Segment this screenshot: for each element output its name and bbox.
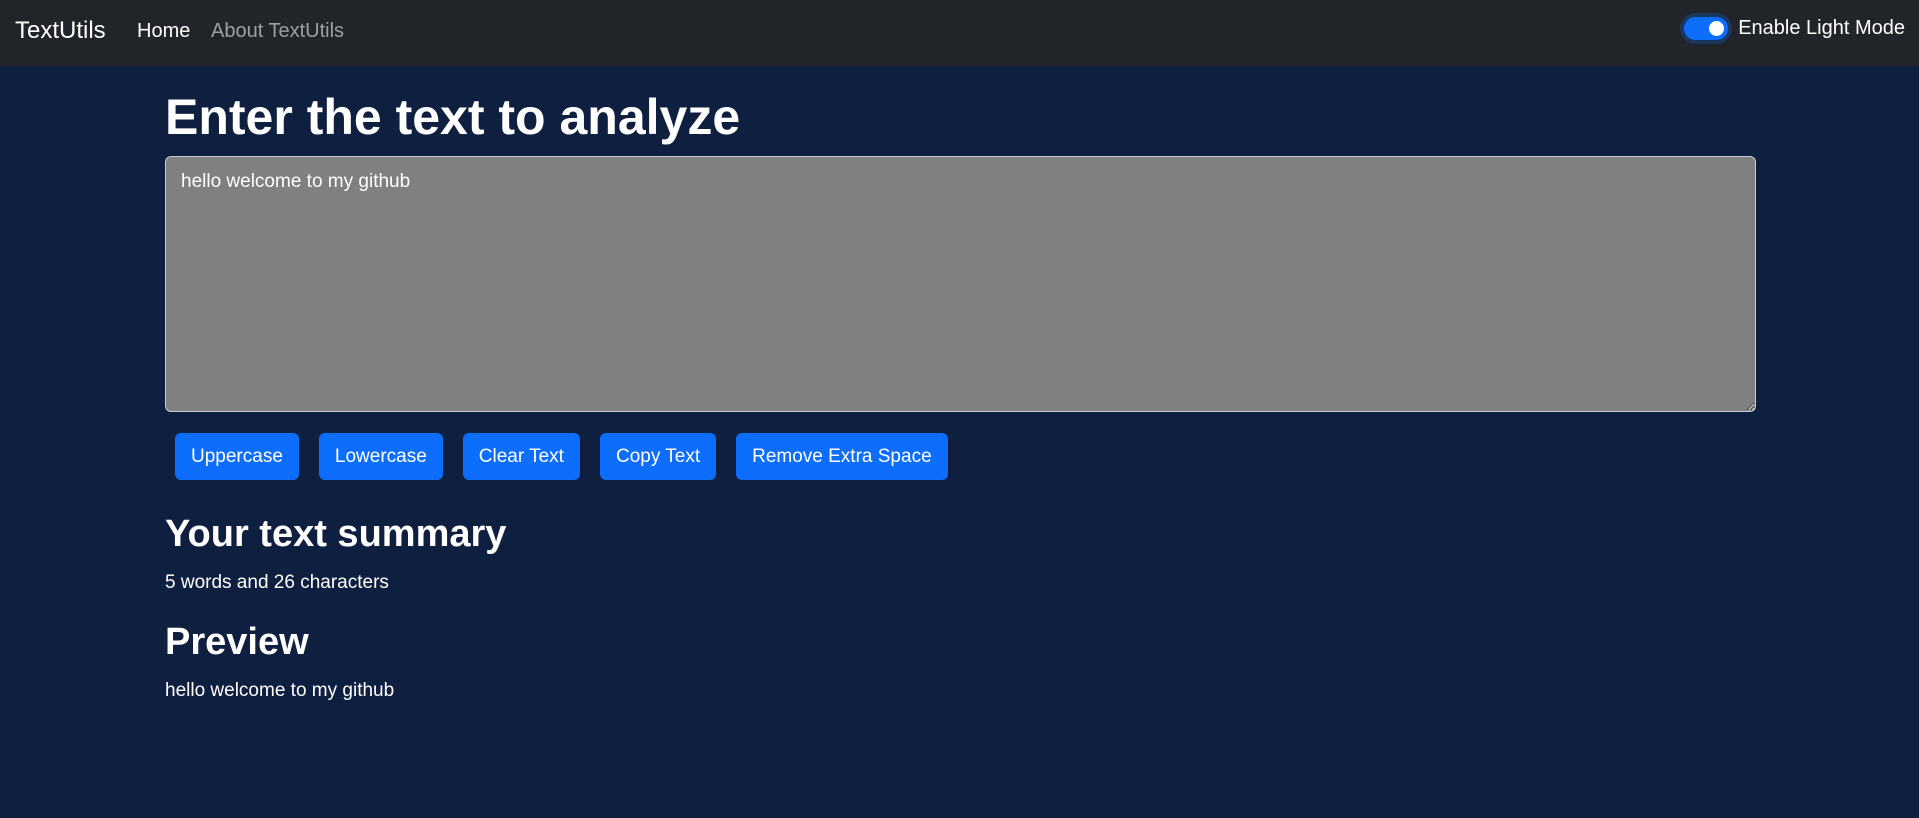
brand-logo[interactable]: TextUtils (15, 17, 106, 45)
toggle-switch[interactable] (1684, 17, 1729, 40)
action-buttons: Uppercase Lowercase Clear Text Copy Text… (175, 433, 948, 480)
clear-text-button[interactable]: Clear Text (462, 433, 580, 480)
copy-text-button[interactable]: Copy Text (599, 433, 717, 480)
text-input[interactable]: hello welcome to my github (165, 156, 1756, 412)
preview-text: hello welcome to my github (165, 680, 395, 701)
navbar: TextUtils Home About TextUtils Enable Li… (0, 0, 1919, 66)
page-title: Enter the text to analyze (165, 89, 741, 145)
toggle-label[interactable]: Enable Light Mode (1738, 17, 1905, 40)
lowercase-button[interactable]: Lowercase (318, 433, 443, 480)
toggle-knob (1709, 21, 1725, 36)
summary-heading: Your text summary (165, 513, 507, 555)
nav-link-about[interactable]: About TextUtils (211, 20, 344, 43)
nav-link-home[interactable]: Home (137, 20, 190, 43)
summary-text: 5 words and 26 characters (165, 572, 389, 593)
preview-heading: Preview (165, 621, 309, 663)
light-mode-toggle[interactable]: Enable Light Mode (1684, 17, 1905, 40)
uppercase-button[interactable]: Uppercase (175, 433, 299, 480)
remove-extra-space-button[interactable]: Remove Extra Space (736, 433, 948, 480)
